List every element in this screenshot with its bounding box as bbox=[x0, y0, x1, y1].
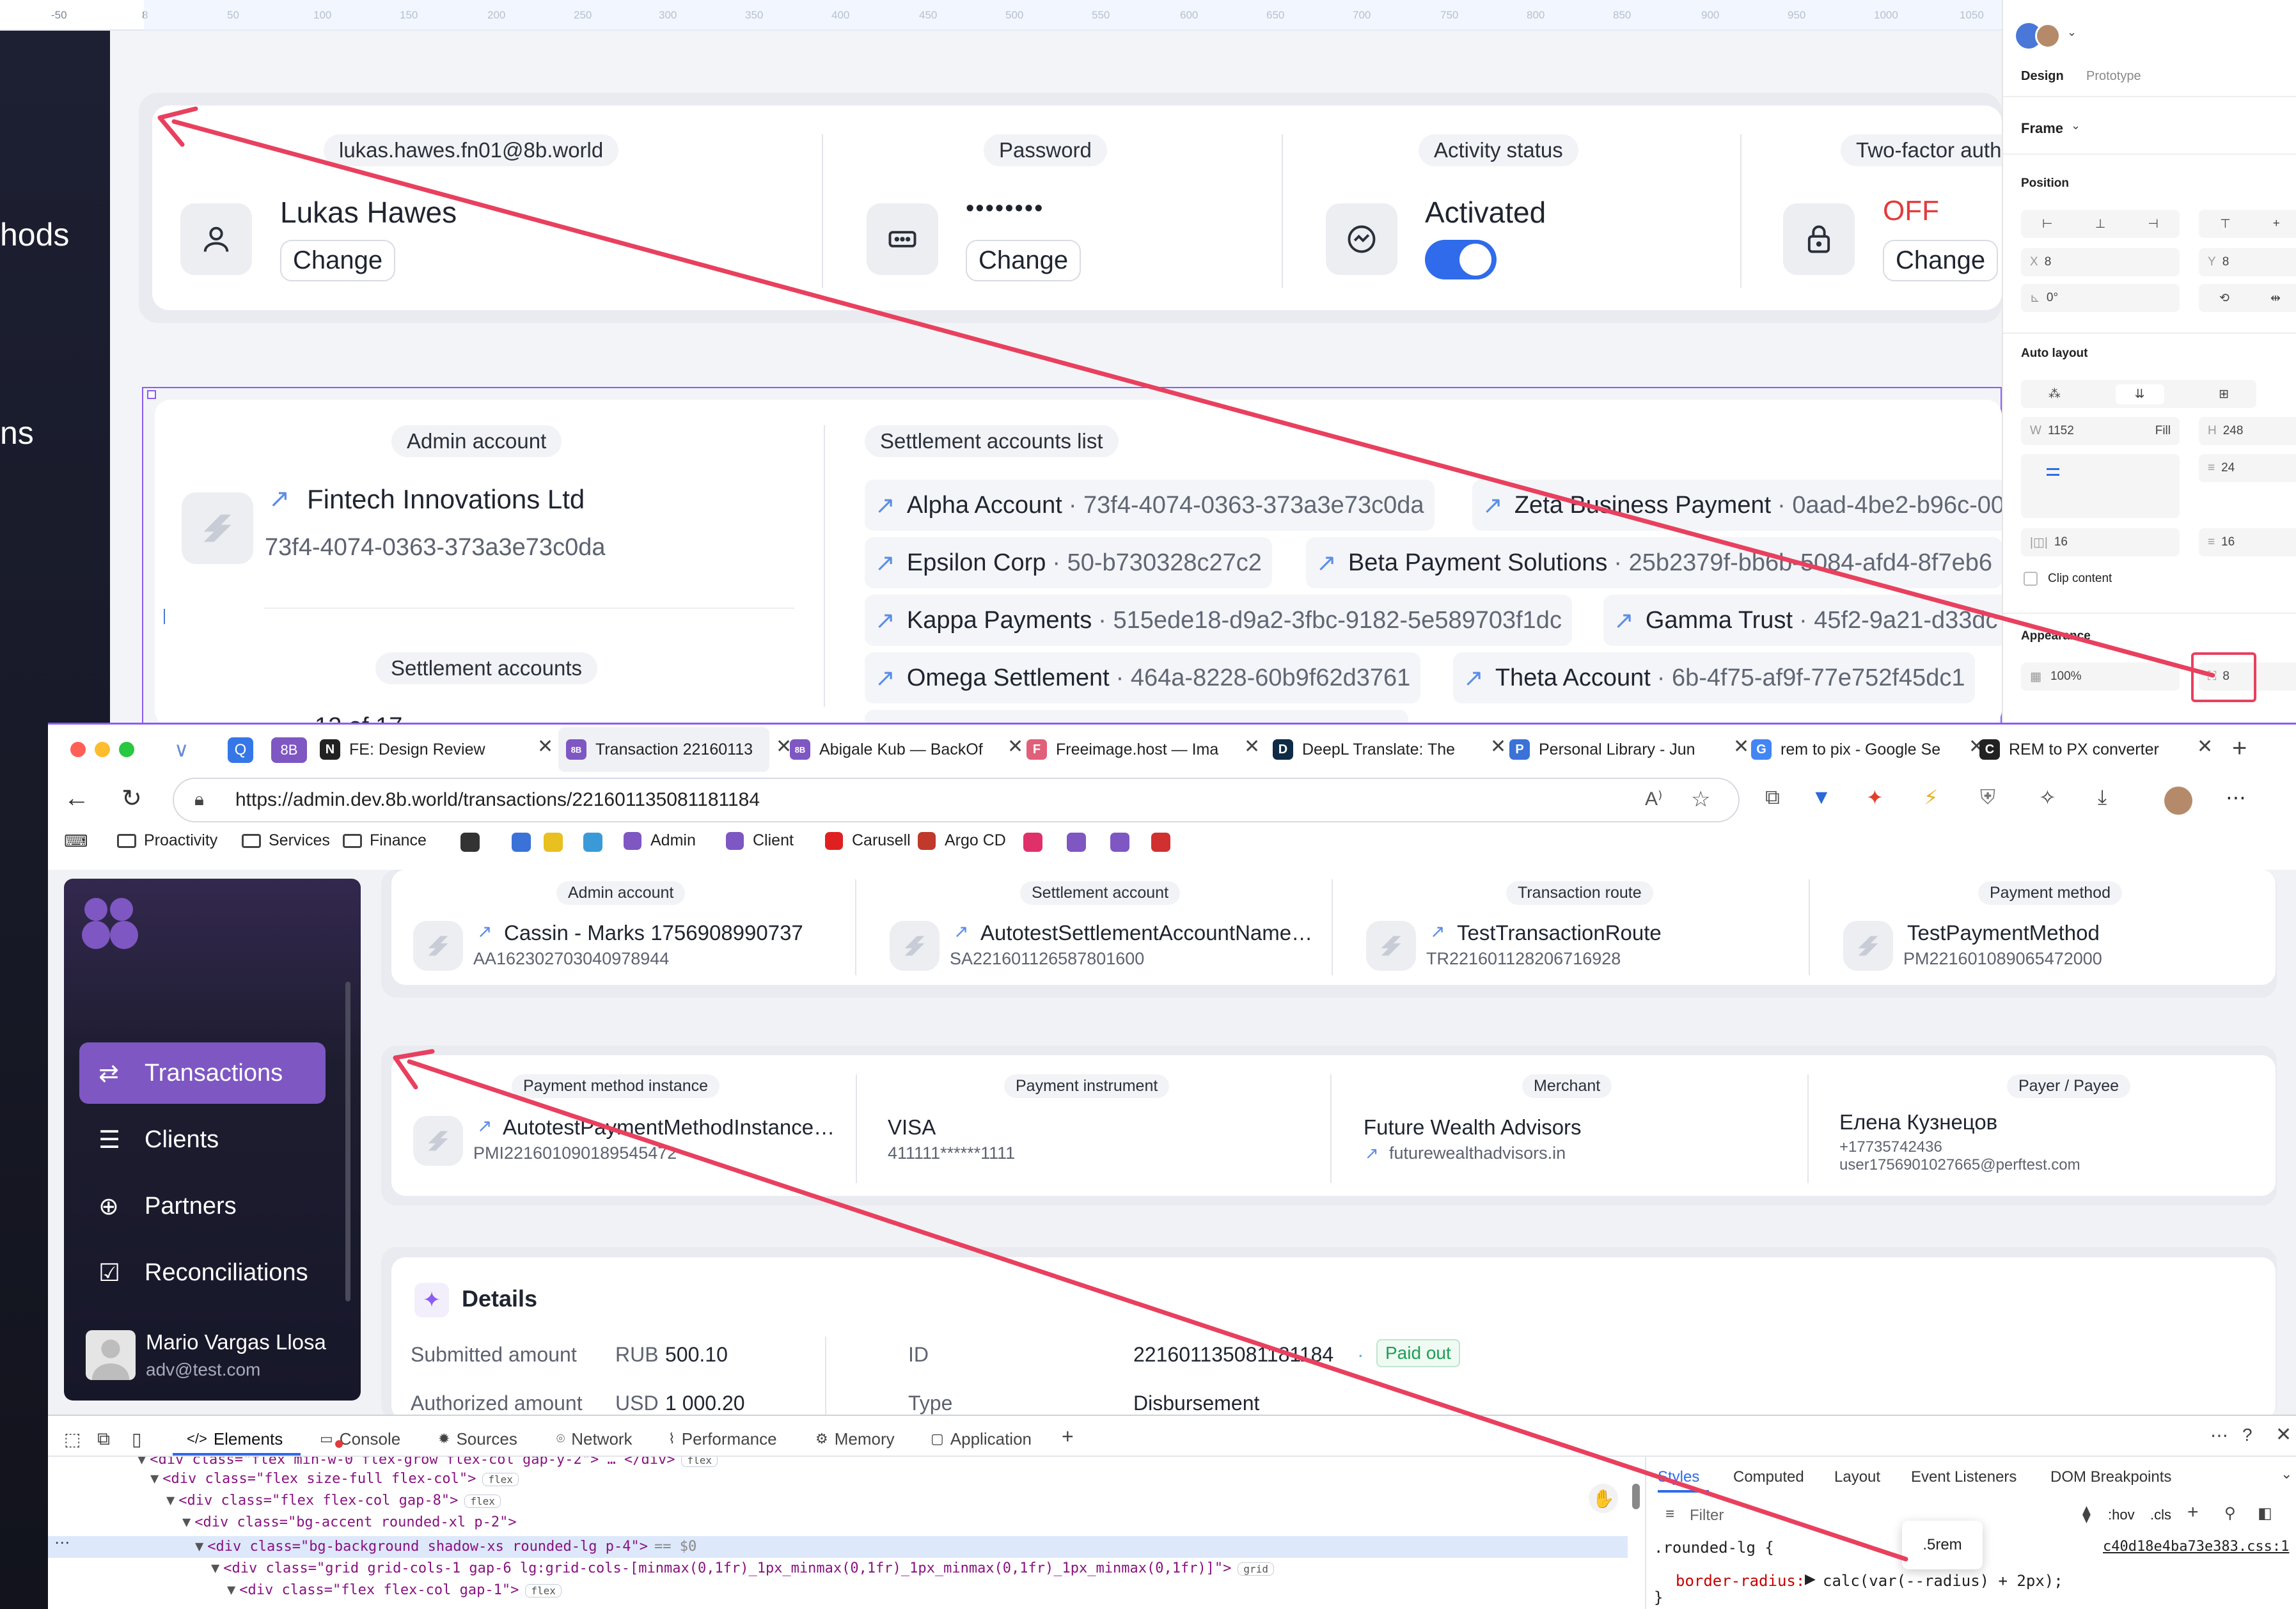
annotation-arrow-bottom bbox=[407, 1059, 1908, 1562]
annotation-arrows bbox=[157, 106, 2215, 1562]
annotation-arrow-top bbox=[171, 119, 2215, 678]
